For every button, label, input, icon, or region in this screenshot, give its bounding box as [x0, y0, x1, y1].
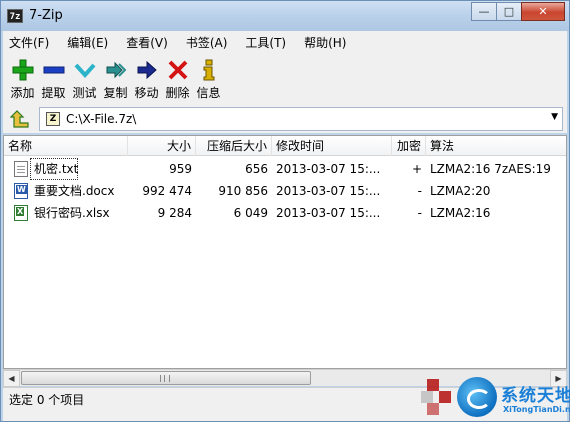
scroll-left-icon[interactable]: ◀ [3, 370, 20, 387]
address-input[interactable]: Z C:\X-File.7z\ ▼ [39, 107, 563, 131]
file-packed-size: 910 856 [218, 184, 268, 198]
menu-view[interactable]: 查看(V) [120, 34, 174, 51]
double-arrow-icon [104, 58, 128, 82]
minimize-button[interactable]: — [471, 2, 497, 21]
file-modified: 2013-03-07 15:... [276, 162, 381, 176]
copy-button[interactable]: 复制 [100, 53, 131, 105]
menu-file[interactable]: 文件(F) [3, 34, 55, 51]
column-size[interactable]: 大小 [128, 136, 196, 156]
file-modified: 2013-03-07 15:... [276, 206, 381, 220]
column-modified[interactable]: 修改时间 [272, 136, 392, 156]
file-size: 992 474 [142, 184, 192, 198]
file-size: 9 284 [157, 206, 192, 220]
window-title: 7-Zip [29, 8, 63, 23]
file-encrypted: - [417, 206, 422, 220]
app-window: 7z 7-Zip — □ ✕ 文件(F) 编辑(E) 查看(V) 书签(A) 工… [0, 0, 570, 422]
watermark-url: XiTongTianDi.net [503, 405, 570, 414]
column-packed[interactable]: 压缩后大小 [196, 136, 272, 156]
column-encrypted[interactable]: 加密 [392, 136, 426, 156]
add-button[interactable]: 添加 [7, 53, 38, 105]
title-bar[interactable]: 7z 7-Zip — □ ✕ [1, 1, 569, 31]
file-modified: 2013-03-07 15:... [276, 184, 381, 198]
check-icon [73, 58, 97, 82]
close-button[interactable]: ✕ [521, 2, 565, 21]
file-method: LZMA2:16 [430, 206, 491, 220]
address-bar: Z C:\X-File.7z\ ▼ [3, 105, 567, 133]
table-row[interactable]: 机密.txt 959 656 2013-03-07 15:... + LZMA2… [4, 158, 566, 180]
file-name: 重要文档.docx [34, 184, 115, 198]
column-method[interactable]: 算法 [426, 136, 566, 156]
scrollbar-thumb[interactable] [21, 371, 311, 385]
file-size: 959 [169, 162, 192, 176]
table-row[interactable]: 银行密码.xlsx 9 284 6 049 2013-03-07 15:... … [4, 202, 566, 224]
file-encrypted: + [411, 162, 422, 176]
menu-bookmarks[interactable]: 书签(A) [180, 34, 234, 51]
menu-edit[interactable]: 编辑(E) [61, 34, 114, 51]
info-label: 信息 [196, 86, 221, 100]
status-text: 选定 0 个项目 [9, 393, 85, 407]
move-label: 移动 [134, 86, 159, 100]
file-encrypted: - [417, 184, 422, 198]
watermark-logo-icon [457, 377, 497, 417]
menu-bar: 文件(F) 编辑(E) 查看(V) 书签(A) 工具(T) 帮助(H) [3, 31, 567, 53]
file-method: LZMA2:16 7zAES:19 [430, 162, 551, 176]
file-packed-size: 6 049 [233, 206, 268, 220]
app-icon: 7z [7, 9, 23, 23]
add-label: 添加 [10, 86, 35, 100]
test-label: 测试 [72, 86, 97, 100]
grip-icon [160, 375, 170, 382]
file-list[interactable]: 名称 大小 压缩后大小 修改时间 加密 算法 机密.txt 959 656 20… [3, 135, 567, 369]
menu-help[interactable]: 帮助(H) [298, 34, 352, 51]
maximize-button[interactable]: □ [496, 2, 522, 21]
window-controls: — □ ✕ [471, 2, 565, 22]
extract-label: 提取 [41, 86, 66, 100]
toolbar: 添加 提取 测试 复制 移动 删除 信息 [3, 53, 567, 105]
arrow-right-icon [135, 58, 159, 82]
file-method: LZMA2:20 [430, 184, 491, 198]
delete-button[interactable]: 删除 [162, 53, 193, 105]
plus-icon [11, 58, 35, 82]
up-arrow-icon [10, 110, 29, 128]
delete-label: 删除 [165, 86, 190, 100]
info-button[interactable]: 信息 [193, 53, 224, 105]
address-path: C:\X-File.7z\ [66, 112, 137, 126]
watermark: 系统天地 XiTongTianDi.net [421, 373, 570, 422]
text-file-icon [14, 161, 28, 177]
archive-icon: Z [46, 112, 60, 126]
move-button[interactable]: 移动 [131, 53, 162, 105]
extract-button[interactable]: 提取 [38, 53, 69, 105]
file-name: 银行密码.xlsx [34, 206, 110, 220]
test-button[interactable]: 测试 [69, 53, 100, 105]
file-packed-size: 656 [245, 162, 268, 176]
info-icon [197, 58, 221, 82]
column-name[interactable]: 名称 [4, 136, 128, 156]
copy-label: 复制 [103, 86, 128, 100]
dropdown-arrow-icon[interactable]: ▼ [551, 112, 558, 122]
column-header: 名称 大小 压缩后大小 修改时间 加密 算法 [4, 136, 566, 156]
x-icon [166, 58, 190, 82]
file-name: 机密.txt [30, 158, 78, 180]
menu-tools[interactable]: 工具(T) [239, 34, 292, 51]
minus-icon [42, 58, 66, 82]
up-folder-button[interactable] [7, 108, 33, 130]
word-file-icon [14, 183, 28, 199]
watermark-title: 系统天地 [501, 386, 570, 406]
excel-file-icon [14, 205, 28, 221]
table-row[interactable]: 重要文档.docx 992 474 910 856 2013-03-07 15:… [4, 180, 566, 202]
